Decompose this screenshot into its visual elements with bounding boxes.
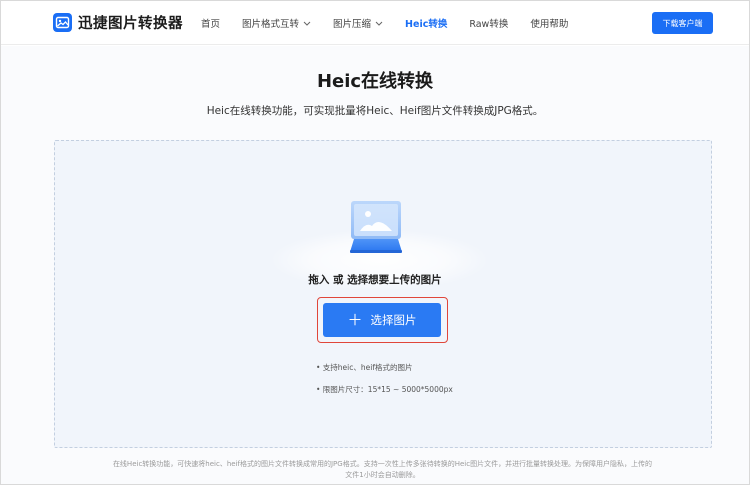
plus-icon: ＋ bbox=[347, 310, 363, 329]
select-image-button[interactable]: ＋ 选择图片 bbox=[323, 303, 441, 337]
logo-image-icon bbox=[53, 13, 72, 32]
nav-item-raw[interactable]: Raw转换 bbox=[469, 16, 508, 30]
nav-label: 首页 bbox=[201, 19, 221, 30]
page-subtitle: Heic在线转换功能，可实现批量将Heic、Heif图片文件转换成JPG格式。 bbox=[206, 105, 544, 117]
logo-text: 迅捷图片转换器 bbox=[78, 16, 183, 32]
nav-label: Heic转换 bbox=[405, 19, 448, 30]
chevron-down-icon bbox=[303, 21, 311, 26]
nav-item-home[interactable]: 首页 bbox=[201, 16, 220, 30]
nav-label: Raw转换 bbox=[469, 19, 509, 30]
footer-description: 在线Heic转换功能，可快速将heic、heif格式的图片文件转换成常用的JPG… bbox=[85, 459, 680, 481]
tip-size: • 限图片尺寸：15*15 ~ 5000*5000px bbox=[316, 385, 453, 394]
main-nav: 首页 图片格式互转 图片压缩 Heic转换 Raw转换 使用帮助 bbox=[201, 16, 590, 30]
footer-line-2: 文件1小时会自动删除。 bbox=[345, 471, 420, 479]
nav-label: 图片格式互转 bbox=[242, 19, 300, 30]
chevron-down-icon bbox=[375, 21, 383, 26]
page-title: Heic在线转换 bbox=[316, 71, 434, 92]
nav-item-heic[interactable]: Heic转换 bbox=[405, 16, 447, 30]
brand-logo[interactable]: 迅捷图片转换器 bbox=[53, 12, 183, 33]
tip-format: • 支持heic、heif格式的图片 bbox=[316, 363, 413, 372]
nav-label: 使用帮助 bbox=[530, 19, 569, 30]
footer-line-1: 在线Heic转换功能，可快速将heic、heif格式的图片文件转换成常用的JPG… bbox=[112, 460, 653, 468]
upload-tips: • 支持heic、heif格式的图片 • 限图片尺寸：15*15 ~ 5000*… bbox=[316, 362, 453, 406]
nav-label: 图片压缩 bbox=[333, 19, 372, 30]
upload-image-illustration bbox=[350, 201, 402, 253]
nav-item-help[interactable]: 使用帮助 bbox=[530, 16, 568, 30]
select-button-label: 选择图片 bbox=[370, 313, 417, 327]
nav-item-format-convert[interactable]: 图片格式互转 bbox=[242, 16, 311, 30]
top-header: 迅捷图片转换器 首页 图片格式互转 图片压缩 Heic转换 Raw转换 使用帮助… bbox=[1, 1, 749, 45]
nav-item-compress[interactable]: 图片压缩 bbox=[333, 16, 383, 30]
drop-instruction: 拖入 或 选择想要上传的图片 bbox=[308, 274, 442, 286]
download-client-button[interactable]: 下载客户端 bbox=[652, 12, 713, 34]
